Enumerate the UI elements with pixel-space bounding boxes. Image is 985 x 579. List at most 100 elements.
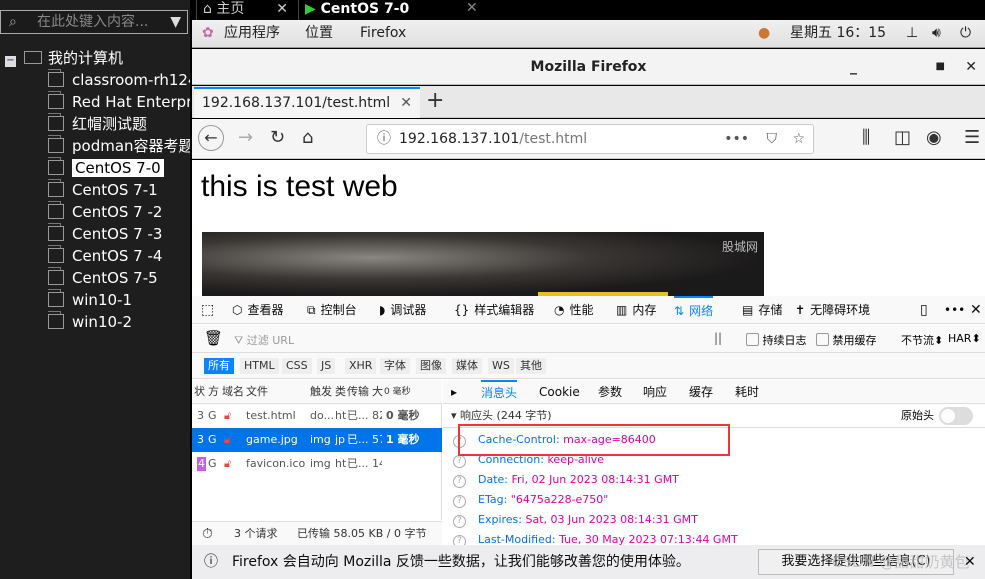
maximize-icon[interactable]: ■ <box>936 49 945 85</box>
responsive-icon[interactable]: ▯ <box>920 296 928 324</box>
detail-tab[interactable]: 消息头 <box>481 380 518 404</box>
network-icon[interactable]: ⊥ <box>906 20 918 47</box>
library-icon[interactable]: ⫼ <box>862 127 870 148</box>
help-icon[interactable]: ? <box>453 455 466 468</box>
type-filter-2[interactable]: CSS <box>282 358 312 374</box>
collapse-icon[interactable]: − <box>5 56 16 67</box>
devtools-tab[interactable]: ⧉ 控制台 <box>307 296 357 324</box>
detail-tab[interactable]: 响应 <box>643 380 667 404</box>
home-button[interactable]: ⌂ <box>302 127 313 148</box>
tree-item[interactable]: CentOS 7 -4 <box>48 245 190 267</box>
new-tab-button[interactable]: + <box>426 88 444 113</box>
devtools-tab[interactable]: ⬡ 查看器 <box>232 296 284 324</box>
devtools-tab[interactable]: ✝ 无障碍环境 <box>795 296 870 324</box>
close-icon[interactable]: ✕ <box>965 49 977 85</box>
column-header[interactable]: 0 毫秒 <box>384 380 411 404</box>
tree-item[interactable]: CentOS 7 -2 <box>48 201 190 223</box>
menu-applications[interactable]: 应用程序 <box>224 20 280 47</box>
picker-icon[interactable]: ⬚ <box>201 296 214 324</box>
throttle-select[interactable]: 不节流⬍ <box>901 332 943 348</box>
type-filter-9[interactable]: 其他 <box>516 358 546 374</box>
tree-item[interactable]: 红帽测试题 <box>48 113 190 135</box>
help-icon[interactable]: ? <box>453 475 466 488</box>
help-icon[interactable]: ? <box>453 495 466 508</box>
detail-tab[interactable]: Cookie <box>539 380 580 404</box>
filter-url-input[interactable]: ⛛ 过滤 URL <box>234 332 294 348</box>
tree-item[interactable]: CentOS 7-5 <box>48 267 190 289</box>
raw-headers-switch[interactable] <box>939 407 973 425</box>
account-icon[interactable]: ◉ <box>926 127 942 148</box>
stopwatch-icon[interactable]: ⏱ <box>202 522 213 546</box>
close-icon[interactable]: ✕ <box>970 296 982 324</box>
column-header[interactable]: 方 <box>208 380 219 404</box>
tree-item[interactable]: classroom-rh124 <box>48 69 190 91</box>
request-row[interactable]: 3G 🔓︎ test.html do...ht已...82 0 毫秒 <box>192 404 442 428</box>
tree-item[interactable]: CentOS 7-1 <box>48 179 190 201</box>
trash-icon[interactable]: 🗑︎ <box>204 329 223 347</box>
persist-logs-checkbox[interactable]: 持续日志 <box>746 332 807 348</box>
menu-icon[interactable]: ☰ <box>964 127 980 148</box>
type-filter-5[interactable]: 字体 <box>380 358 410 374</box>
pocket-icon[interactable]: ⛉ <box>767 125 778 153</box>
tree-item[interactable]: win10-2 <box>48 311 190 333</box>
devtools-tab[interactable]: ◗ 调试器 <box>379 296 426 324</box>
info-icon[interactable]: ⓘ <box>377 125 391 153</box>
type-filter-0[interactable]: 所有 <box>204 358 234 374</box>
vm-tab-home[interactable]: ⌂ 主页 ✕ <box>196 0 296 20</box>
devtools-tab[interactable]: ⇅ 网络 <box>674 296 714 324</box>
pause-button[interactable]: || <box>714 331 722 345</box>
har-menu[interactable]: HAR⬍ <box>948 332 981 345</box>
forward-button[interactable]: → <box>238 127 253 148</box>
close-icon[interactable]: ✕ <box>466 0 478 16</box>
close-icon[interactable]: ✕ <box>400 89 412 117</box>
request-row[interactable]: 3G 🔓︎ game.jpg imgjp已...57 1 毫秒 <box>192 428 442 452</box>
menu-places[interactable]: 位置 <box>305 20 333 47</box>
column-header[interactable]: 文件 <box>246 380 268 404</box>
tree-item[interactable]: win10-1 <box>48 289 190 311</box>
request-row[interactable]: 4G 🔓︎ favicon.ico imght已...14 <box>192 452 442 476</box>
minimize-icon[interactable]: _ <box>850 49 857 85</box>
star-icon[interactable]: ☆ <box>792 125 805 153</box>
more-icon[interactable]: ••• <box>724 125 749 153</box>
detail-tab[interactable]: 缓存 <box>689 380 713 404</box>
tree-item[interactable]: Red Hat Enterprise <box>48 91 190 113</box>
update-icon[interactable]: ● <box>758 20 770 47</box>
menu-firefox[interactable]: Firefox <box>360 20 406 47</box>
toggle-panel-icon[interactable]: ▸ <box>451 380 457 404</box>
column-header[interactable]: 大 <box>372 380 383 404</box>
devtools-tab[interactable]: {} 样式编辑器 <box>454 296 534 324</box>
devtools-tab[interactable]: ▤ 存储 <box>742 296 782 324</box>
type-filter-1[interactable]: HTML <box>240 358 279 374</box>
column-header[interactable]: 类 <box>335 380 346 404</box>
detail-tab[interactable]: 参数 <box>598 380 622 404</box>
reload-button[interactable]: ↻ <box>270 127 285 148</box>
type-filter-7[interactable]: 媒体 <box>452 358 482 374</box>
devtools-tab[interactable]: ▥ 内存 <box>616 296 656 324</box>
url-bar[interactable]: ⓘ 192.168.137.101/test.html ••• ⛉ ☆ <box>366 124 814 154</box>
type-filter-6[interactable]: 图像 <box>416 358 446 374</box>
column-header[interactable]: 传输 <box>347 380 369 404</box>
close-icon[interactable]: ✕ <box>276 0 288 18</box>
browser-tab[interactable]: 192.168.137.101/test.html ✕ <box>194 87 420 118</box>
power-icon[interactable]: ⏻ <box>960 20 971 47</box>
detail-tab[interactable]: 耗时 <box>735 380 759 404</box>
devtools-tab[interactable]: ◔ 性能 <box>554 296 594 324</box>
volume-icon[interactable]: 🔊︎ <box>932 20 941 47</box>
tree-item[interactable]: CentOS 7-0 <box>48 157 190 179</box>
type-filter-8[interactable]: WS <box>488 358 514 374</box>
clock[interactable]: 星期五 16：15 <box>790 20 886 47</box>
tree-root[interactable]: − 我的计算机 <box>5 48 123 68</box>
more-icon[interactable]: ••• <box>944 296 965 324</box>
column-header[interactable]: 域名 <box>222 380 244 404</box>
vm-tab-centos[interactable]: ▶ CentOS 7-0 <box>298 0 428 20</box>
column-header[interactable]: 触发 <box>310 380 332 404</box>
tree-item[interactable]: CentOS 7 -3 <box>48 223 190 245</box>
column-header[interactable]: 状 <box>194 380 205 404</box>
tree-item[interactable]: podman容器考题 <box>48 135 190 157</box>
back-button[interactable]: ← <box>198 125 224 151</box>
type-filter-3[interactable]: JS <box>317 358 336 374</box>
help-icon[interactable]: ? <box>453 515 466 528</box>
disable-cache-checkbox[interactable]: 禁用缓存 <box>816 332 877 348</box>
type-filter-4[interactable]: XHR <box>345 358 377 374</box>
close-icon[interactable]: ✕ <box>964 545 976 579</box>
